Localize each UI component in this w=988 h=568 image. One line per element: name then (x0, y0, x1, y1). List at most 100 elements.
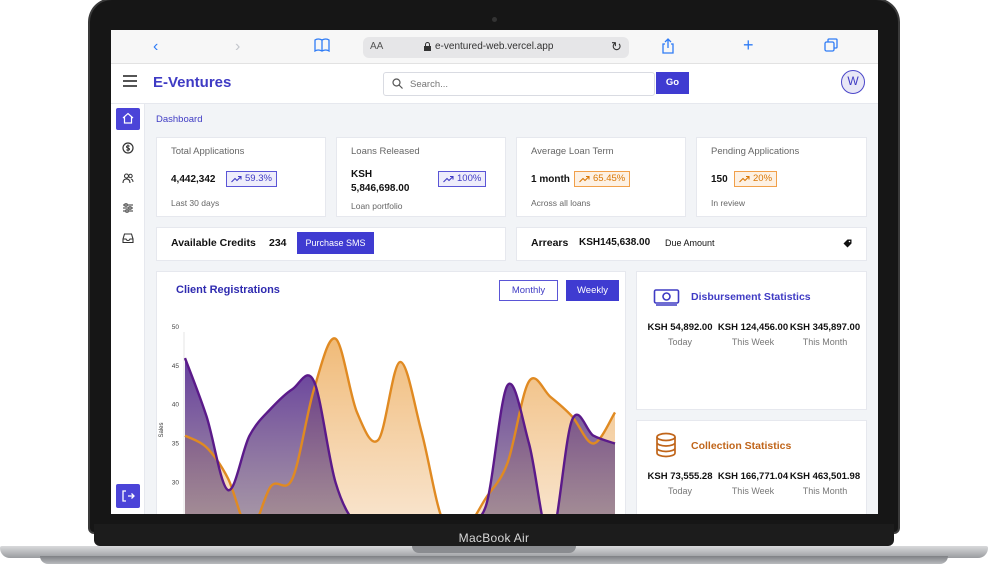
stat-title: Pending Applications (711, 146, 800, 157)
collection-month: KSH 463,501.98 This Month (787, 471, 863, 496)
coins-icon (656, 432, 676, 458)
y-axis-label: Sales (159, 422, 165, 437)
collection-today: KSH 73,555.28 Today (642, 471, 718, 496)
trend-up-icon (443, 175, 454, 183)
badge-text: 59.3% (245, 173, 272, 184)
stat-amount: KSH 73,555.28 (647, 471, 713, 482)
lock-icon (424, 42, 431, 51)
stat-subtitle: Loan portfolio (351, 201, 403, 211)
trend-badge: 100% (438, 171, 487, 187)
share-icon[interactable] (661, 38, 675, 59)
stat-title: Loans Released (351, 146, 420, 157)
breadcrumb[interactable]: Dashboard (156, 114, 202, 125)
reload-icon[interactable]: ↻ (611, 39, 622, 55)
weekly-toggle[interactable]: Weekly (566, 280, 619, 301)
y-tick-label: 45 (172, 363, 180, 370)
stat-card-loans-released: Loans Released KSH 5,846,698.00 100% Loan… (336, 137, 506, 217)
text-size-button[interactable]: AA (370, 41, 383, 52)
credits-value: 234 (269, 237, 287, 249)
stat-value-amount: 5,846,698.00 (351, 183, 410, 194)
home-icon (122, 112, 134, 124)
collection-card: Collection Statistics KSH 73,555.28 Today… (636, 420, 867, 514)
menu-icon[interactable] (123, 75, 137, 89)
users-icon (122, 173, 134, 184)
arrears-value: KSH145,638.00 (579, 237, 651, 248)
address-bar[interactable]: AA e-ventured-web.vercel.app ↻ (363, 37, 629, 58)
brand-title[interactable]: E-Ventures (153, 74, 231, 91)
sliders-icon (123, 203, 133, 213)
stat-value: KSH 5,846,698.00 (351, 168, 409, 196)
avatar[interactable]: W (841, 70, 865, 94)
stat-amount: KSH 124,456.00 (717, 322, 789, 333)
stat-period: This Month (802, 486, 848, 496)
sidebar-item-home[interactable] (116, 108, 140, 130)
available-credits-card: Available Credits 234 Purchase SMS (156, 227, 506, 261)
stat-period: Today (667, 486, 693, 496)
stat-amount: KSH 54,892.00 (647, 322, 713, 333)
go-button[interactable]: Go (656, 72, 689, 94)
inbox-icon (122, 233, 134, 244)
url-text: e-ventured-web.vercel.app (435, 41, 554, 52)
collection-title: Collection Statistics (691, 440, 792, 452)
search-icon (392, 78, 403, 89)
y-tick-label: 35 (172, 441, 180, 448)
book-icon[interactable] (314, 38, 330, 57)
app-header: E-Ventures Go W (111, 64, 878, 104)
stat-period: This Week (731, 486, 775, 496)
trend-badge: 65.45% (574, 171, 631, 187)
y-tick-label: 30 (172, 479, 180, 486)
money-icon (653, 289, 680, 306)
stat-card-total-applications: Total Applications 4,442,342 59.3% Last … (156, 137, 326, 217)
trend-up-icon (739, 175, 750, 183)
y-tick-label: 40 (172, 402, 180, 409)
badge-text: 20% (753, 173, 773, 184)
purchase-sms-button[interactable]: Purchase SMS (297, 232, 374, 254)
client-registrations-card: Client Registrations Monthly Weekly 2530… (156, 271, 626, 514)
stat-value: 4,442,342 (171, 174, 216, 185)
trend-up-icon (231, 175, 242, 183)
registrations-area-chart: 253035404550 Sales (159, 324, 617, 514)
y-tick-label: 50 (172, 324, 180, 331)
sidebar-item-clients[interactable] (116, 168, 140, 190)
badge-text: 65.45% (593, 173, 626, 184)
stat-card-pending-applications: Pending Applications 150 20% In review (696, 137, 867, 217)
browser-toolbar: ‹ › AA e-ventured-web.vercel.app ↻ + (111, 30, 878, 64)
disbursement-week: KSH 124,456.00 This Week (715, 322, 791, 347)
disbursement-today: KSH 54,892.00 Today (642, 322, 718, 347)
stat-title: Total Applications (171, 146, 245, 157)
sidebar-item-finance[interactable] (116, 138, 140, 160)
stat-value: 150 (711, 174, 728, 185)
stat-period: This Month (802, 337, 848, 347)
stat-subtitle: Last 30 days (171, 198, 220, 208)
trend-badge: 20% (734, 171, 778, 187)
stat-amount: KSH 166,771.04 (717, 471, 789, 482)
screen: ‹ › AA e-ventured-web.vercel.app ↻ + E-V… (111, 30, 878, 514)
new-tab-icon[interactable]: + (743, 36, 754, 54)
stat-value: 1 month (531, 174, 570, 185)
tabs-icon[interactable] (824, 38, 838, 57)
monthly-toggle[interactable]: Monthly (499, 280, 558, 301)
tag-icon (843, 239, 852, 248)
credits-label: Available Credits (171, 237, 256, 249)
laptop-base-bottom (40, 556, 948, 564)
camera-icon (492, 17, 497, 22)
stat-amount: KSH 345,897.00 (789, 322, 861, 333)
sidebar-item-settings[interactable] (116, 198, 140, 220)
disbursement-month: KSH 345,897.00 This Month (787, 322, 863, 347)
sidebar-item-inbox[interactable] (116, 228, 140, 250)
arrears-subtitle: Due Amount (665, 238, 715, 248)
stat-period: This Week (731, 337, 775, 347)
stat-subtitle: In review (711, 198, 746, 208)
stat-title: Average Loan Term (531, 146, 614, 157)
search-box (383, 72, 655, 96)
search-input[interactable] (410, 73, 650, 95)
sidebar (111, 104, 145, 514)
stat-value-currency: KSH (351, 169, 373, 180)
logout-button[interactable] (116, 484, 140, 508)
forward-icon[interactable]: › (235, 38, 240, 56)
stat-amount: KSH 463,501.98 (789, 471, 861, 482)
logout-icon (122, 490, 135, 502)
back-icon[interactable]: ‹ (153, 38, 158, 56)
stat-period: Today (667, 337, 693, 347)
disbursement-title: Disbursement Statistics (691, 291, 811, 303)
